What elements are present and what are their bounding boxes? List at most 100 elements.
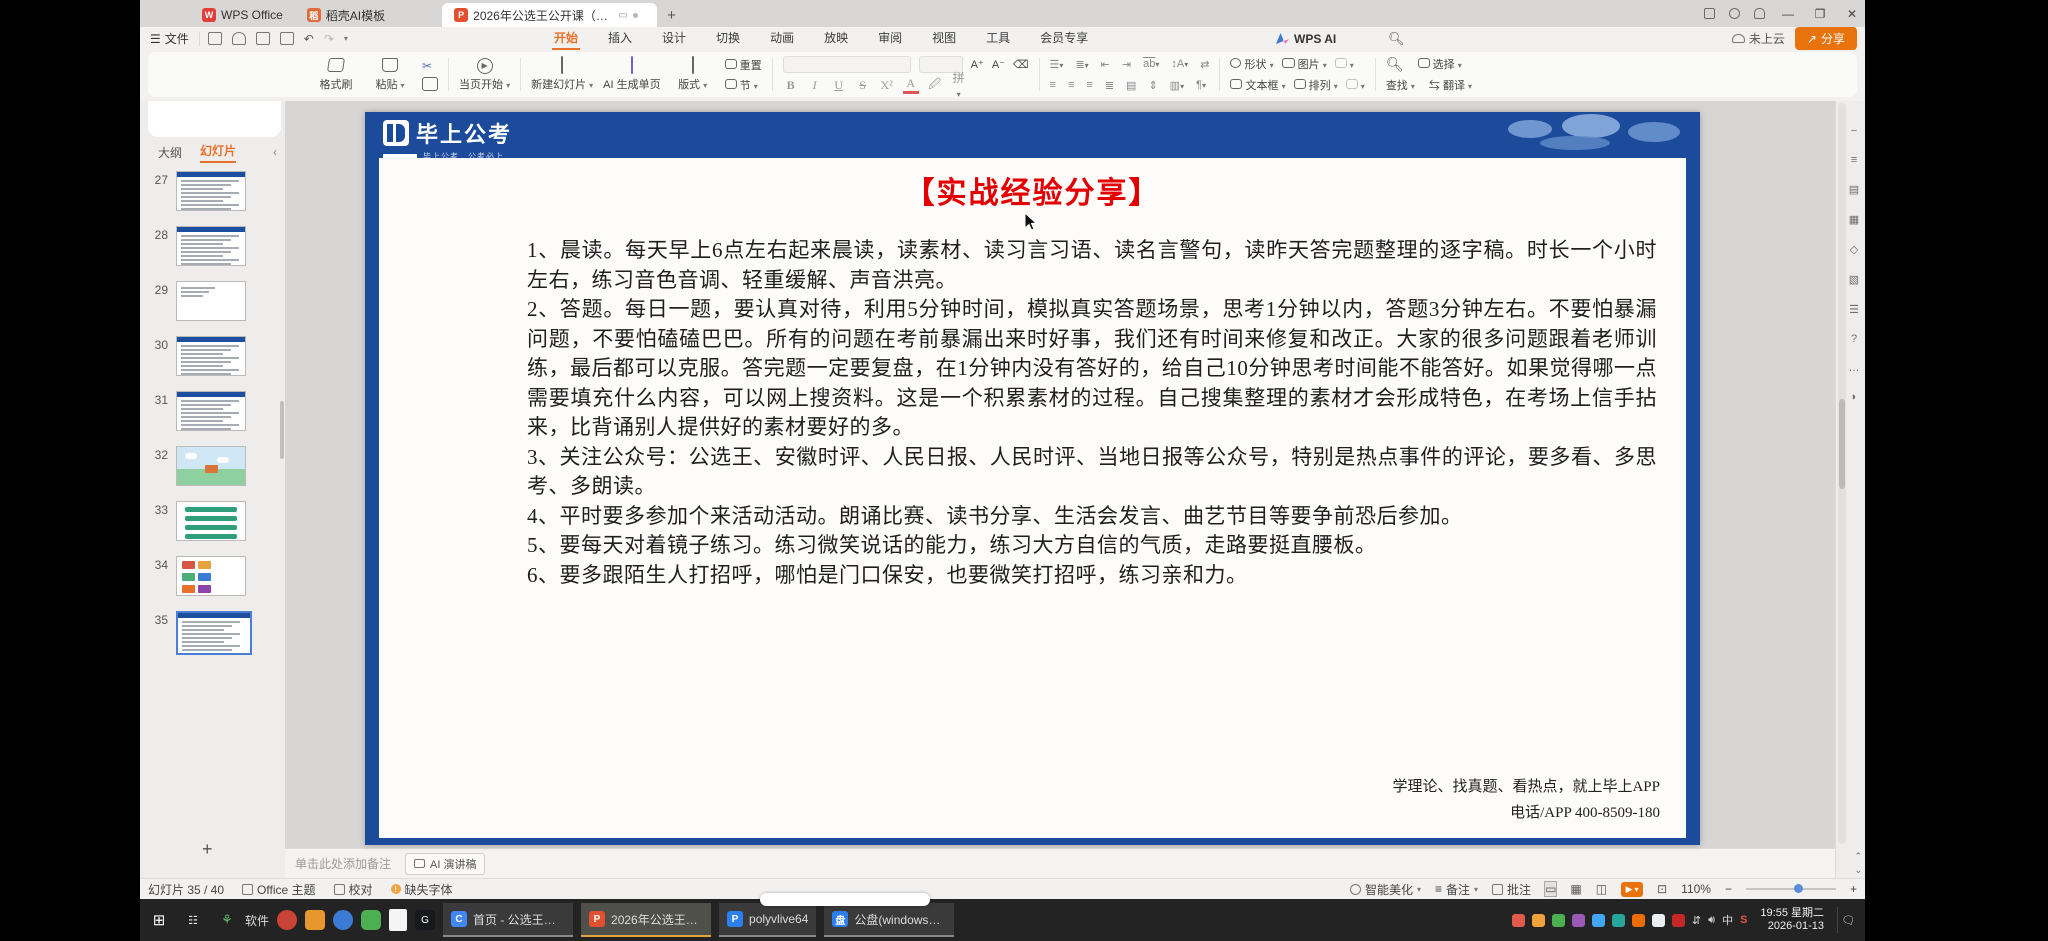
ribbon-tab-8[interactable]: 视图 xyxy=(930,27,958,50)
more-tools-icon[interactable]: … xyxy=(1849,362,1860,374)
slide-thumbnail-34[interactable] xyxy=(176,556,246,596)
slide-content-area[interactable]: 【实战经验分享】 1、晨读。每天早上6点左右起来晨读，读素材、读习言习语、读名言… xyxy=(379,158,1686,838)
previous-slide-icon[interactable]: ⌃ xyxy=(1854,851,1862,862)
find-button[interactable]: 查找 ▾ xyxy=(1386,77,1415,93)
taskbar-window-4[interactable]: 盘公盘(windows64)… xyxy=(824,903,954,937)
italic-button[interactable]: I xyxy=(807,78,823,93)
transition-pane-icon[interactable]: ▧ xyxy=(1849,273,1859,286)
zoom-out-icon[interactable]: − xyxy=(1725,882,1732,896)
material-library-icon[interactable]: ▤ xyxy=(1849,183,1859,196)
highlight-color-button[interactable]: 🖉︎ xyxy=(927,75,943,96)
tray-app-icon-4[interactable] xyxy=(1612,914,1625,927)
tray-app-icon-5[interactable] xyxy=(1592,914,1605,927)
cloud-sync-status[interactable]: 未上云 xyxy=(1732,30,1785,47)
paragraph-settings-icon[interactable]: ¶▾ xyxy=(1196,79,1206,91)
reading-view-icon[interactable]: ◫ xyxy=(1596,882,1607,896)
file-menu-button[interactable]: ☰ 文件 xyxy=(140,30,199,47)
task-view-icon[interactable]: ☷ xyxy=(180,907,206,933)
pinned-app-blue-chat-icon[interactable] xyxy=(333,910,353,930)
reset-slide-button[interactable]: 重置 xyxy=(725,57,762,73)
increase-font-icon[interactable]: A⁺ xyxy=(971,58,984,71)
print-icon[interactable] xyxy=(256,32,270,45)
normal-view-icon[interactable]: ▭ xyxy=(1545,882,1556,896)
decrease-indent-icon[interactable]: ⇤ xyxy=(1101,58,1110,71)
slide-thumbnail-27[interactable] xyxy=(176,171,246,211)
ribbon-tab-3[interactable]: 设计 xyxy=(660,27,688,50)
select-button[interactable]: 选择 ▾ xyxy=(1418,56,1462,72)
wps-ai-button[interactable]: WPS AI xyxy=(1276,32,1336,46)
slide-thumbnail-29[interactable] xyxy=(176,281,246,321)
smart-beautify-button[interactable]: 智能美化▾ xyxy=(1350,881,1421,898)
notification-mute-icon[interactable] xyxy=(1754,8,1765,19)
save-icon[interactable] xyxy=(208,32,222,45)
slide-body-text[interactable]: 1、晨读。每天早上6点左右起来晨读，读素材、读习言习语、读名言警句，读昨天答完题… xyxy=(527,236,1657,590)
collapse-panel-icon[interactable]: ‹ xyxy=(273,145,277,159)
object-properties-icon[interactable]: ≡ xyxy=(1851,154,1857,166)
play-from-current-button[interactable]: ▶ 当页开始 ▾ xyxy=(459,58,510,92)
search-icon[interactable]: 🔍︎ xyxy=(1388,31,1405,47)
clear-format-icon[interactable]: ⌫ xyxy=(1013,58,1029,71)
start-button[interactable]: ⊞ xyxy=(146,907,172,933)
slide-thumbnail-28[interactable] xyxy=(176,226,246,266)
help-icon[interactable]: ? xyxy=(1851,333,1857,345)
underline-button[interactable]: U xyxy=(831,78,847,93)
zoom-level[interactable]: 110% xyxy=(1681,882,1711,896)
ribbon-tab-10[interactable]: 会员专享 xyxy=(1038,27,1090,50)
taskbar-window-1[interactable]: C首页 - 公选王教… xyxy=(443,903,573,937)
pinned-app-document-icon[interactable] xyxy=(389,909,407,931)
security-tray-icon[interactable]: S xyxy=(1740,914,1747,926)
taskbar-window-3[interactable]: Ppolyvlive64 xyxy=(719,903,816,937)
char-border-icon[interactable]: ab▾ xyxy=(1143,58,1159,70)
format-painter-button[interactable]: 格式刷 xyxy=(314,58,358,92)
ribbon-tab-9[interactable]: 工具 xyxy=(984,27,1012,50)
decrease-font-icon[interactable]: A⁻ xyxy=(992,58,1005,71)
window-layout-icon[interactable] xyxy=(1704,8,1715,19)
paste-button[interactable]: 粘贴 ▾ xyxy=(368,58,412,92)
ribbon-tab-4[interactable]: 切换 xyxy=(714,27,742,50)
superscript-button[interactable]: X² xyxy=(879,78,895,93)
textbox-button[interactable]: 文本框 ▾ xyxy=(1230,77,1285,93)
undo-icon[interactable]: ↶ xyxy=(304,32,314,46)
tab-slides[interactable]: 幻灯片 xyxy=(200,142,236,163)
zoom-in-icon[interactable]: + xyxy=(1850,882,1857,896)
numbered-list-icon[interactable]: ≣▾ xyxy=(1075,58,1088,71)
tray-app-icon-2[interactable] xyxy=(1652,914,1665,927)
section-button[interactable]: 节 ▾ xyxy=(725,77,762,93)
tray-app-icon-8[interactable] xyxy=(1532,914,1545,927)
tray-app-icon-3[interactable] xyxy=(1632,914,1645,927)
picture-button[interactable]: 图片 ▾ xyxy=(1282,56,1327,72)
notes-toggle-button[interactable]: ≡备注▾ xyxy=(1435,881,1478,898)
justify-icon[interactable]: ≣ xyxy=(1105,79,1114,92)
tab-outline[interactable]: 大纲 xyxy=(158,144,182,161)
tab-document[interactable]: P 2026年公选王公开课（武汉… ▭ xyxy=(442,3,657,27)
layout-button[interactable]: 版式 ▾ xyxy=(671,58,715,92)
zoom-slider-handle[interactable] xyxy=(1794,884,1803,893)
slide-thumbnail-31[interactable] xyxy=(176,391,246,431)
ai-generate-page-button[interactable]: AI 生成单页 xyxy=(603,58,660,92)
increase-indent-icon[interactable]: ⇥ xyxy=(1122,58,1131,71)
missing-font-warning[interactable]: !缺失字体 xyxy=(391,881,453,898)
comments-toggle-button[interactable]: 批注 xyxy=(1492,881,1531,898)
font-color-button[interactable]: A xyxy=(903,76,919,94)
restore-button[interactable]: ❐ xyxy=(1811,7,1829,21)
ribbon-tab-6[interactable]: 放映 xyxy=(822,27,850,50)
notes-placeholder[interactable]: 单击此处添加备注 xyxy=(295,855,391,872)
new-slide-button[interactable]: 新建幻灯片 ▾ xyxy=(531,58,593,92)
row-spacing-icon[interactable]: ⇕ xyxy=(1148,79,1157,92)
bold-button[interactable]: B xyxy=(783,78,799,93)
tab-docer-ai-template[interactable]: 稻 稻壳AI模板 xyxy=(295,3,397,27)
tray-app-icon-7[interactable] xyxy=(1552,914,1565,927)
tab-wps-office[interactable]: W WPS Office xyxy=(190,3,295,27)
copy-icon[interactable] xyxy=(422,77,438,91)
slide-thumbnail-30[interactable] xyxy=(176,336,246,376)
arrange-button[interactable]: 排列 ▾ xyxy=(1294,77,1338,93)
slide-thumbnail-33[interactable] xyxy=(176,501,246,541)
ime-indicator[interactable]: 中 xyxy=(1722,912,1733,928)
slide-thumbnail-32[interactable] xyxy=(176,446,246,486)
pinned-app-g-icon[interactable]: G xyxy=(415,910,435,930)
skin-settings-icon[interactable] xyxy=(1729,8,1740,19)
font-name-input[interactable] xyxy=(783,56,911,73)
next-slide-icon[interactable]: ⌄ xyxy=(1854,865,1862,876)
tray-app-icon-9[interactable] xyxy=(1512,914,1525,927)
line-spacing-icon[interactable]: ↕A▾ xyxy=(1171,58,1188,70)
